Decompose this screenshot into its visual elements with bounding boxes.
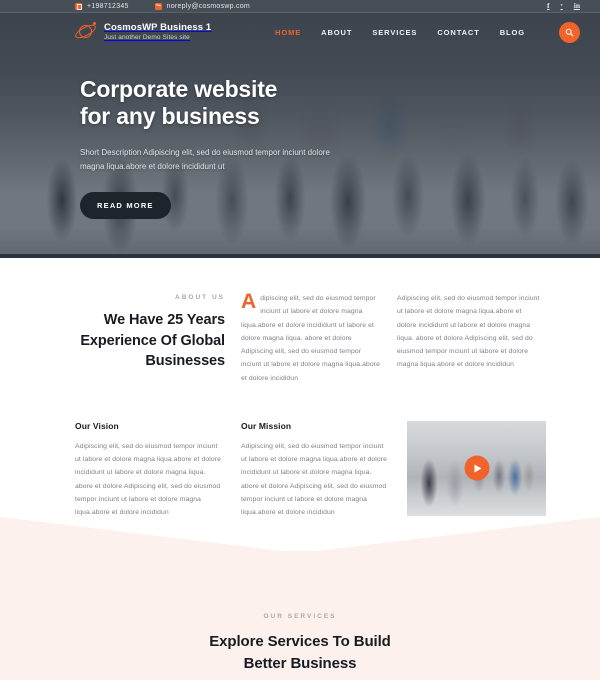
play-icon [474, 464, 481, 473]
brand-title: CosmosWP Business 1 [104, 21, 212, 33]
about-heading: We Have 25 Years Experience Of Global Bu… [80, 312, 225, 370]
topbar-email-text: noreply@cosmoswp.com [166, 2, 250, 10]
hero-title-line-2: for any business [80, 103, 260, 130]
hero-read-more-button[interactable]: READ MORE [80, 192, 171, 220]
services-section: OUR SERVICES Explore Services To Build B… [0, 517, 600, 680]
nav-item-blog[interactable]: BLOG [500, 28, 525, 37]
hero-content: Corporate website for any business Short… [80, 76, 410, 220]
facebook-icon[interactable]: f [547, 2, 550, 10]
vision-text: Adipiscing elit, sed do eiusmod tempor i… [75, 442, 222, 516]
vision-mission-grid: Our Vision Adipiscing elit, sed do eiusm… [75, 420, 546, 520]
about-paragraph-two: Adipiscing elit, sed do eiusmod tempor i… [397, 295, 540, 369]
brand-tagline: Just another Demo Sites site [104, 34, 190, 42]
services-heading-line-1: Explore Services To Build [209, 633, 391, 651]
topbar-phone-text: +198712345 [87, 2, 129, 10]
topbar-email[interactable]: noreply@cosmoswp.com [154, 2, 250, 10]
about-eyebrow: ABOUT US [175, 294, 225, 301]
about-section: ABOUT US We Have 25 Years Experience Of … [0, 258, 600, 552]
main-navbar: CosmosWP Business 1 Just another Demo Si… [0, 13, 600, 51]
mail-icon [154, 2, 162, 10]
phone-icon [75, 2, 82, 11]
mission-text: Adipiscing elit, sed do eiusmod tempor i… [241, 442, 388, 516]
video-play-button[interactable] [464, 455, 489, 481]
search-button[interactable] [559, 21, 580, 43]
services-heading-line-2: Better Business [243, 654, 357, 672]
search-icon [565, 28, 574, 36]
services-eyebrow: OUR SERVICES [263, 613, 337, 621]
mission-block: Our Mission Adipiscing elit, sed do eius… [241, 421, 391, 520]
top-utility-bar: +198712345 noreply@cosmoswp.com f ᵛ in [0, 0, 600, 13]
about-paragraph-one: dipiscing elit, sed do eiusmod tempor in… [241, 295, 381, 382]
nav-item-home[interactable]: HOME [275, 28, 301, 37]
about-text-column-one: Adipiscing elit, sed do eiusmod tempor i… [241, 290, 381, 385]
mission-title: Our Mission [241, 420, 292, 431]
nav-item-about[interactable]: ABOUT [321, 28, 352, 37]
services-header: OUR SERVICES Explore Services To Build B… [0, 613, 600, 674]
hero-title-line-1: Corporate website [80, 76, 278, 102]
hero-section: +198712345 noreply@cosmoswp.com f ᵛ in C… [0, 0, 600, 258]
about-video-thumbnail[interactable] [407, 420, 546, 516]
about-text-column-two: Adipiscing elit, sed do eiusmod tempor i… [397, 292, 541, 372]
vision-title: Our Vision [75, 420, 119, 431]
nav-item-services[interactable]: SERVICES [372, 28, 417, 37]
page-root: +198712345 noreply@cosmoswp.com f ᵛ in C… [0, 0, 600, 680]
hero-description: Short Description Adipiscing elit, sed d… [80, 148, 330, 172]
topbar-phone[interactable]: +198712345 [75, 2, 129, 11]
nav-item-contact[interactable]: CONTACT [437, 28, 479, 37]
services-heading: Explore Services To Build Better Busines… [0, 631, 600, 674]
topbar-contact-group: +198712345 noreply@cosmoswp.com [75, 2, 250, 11]
about-heading-column: ABOUT US We Have 25 Years Experience Of … [75, 292, 225, 372]
twitter-icon[interactable]: ᵛ [560, 2, 562, 10]
site-brand[interactable]: CosmosWP Business 1 Just another Demo Si… [73, 21, 212, 43]
linkedin-icon[interactable]: in [574, 2, 580, 10]
primary-menu: HOME ABOUT SERVICES CONTACT BLOG [275, 21, 580, 43]
section-chevron-divider [0, 517, 600, 554]
topbar-social-group: f ᵛ in [547, 2, 580, 10]
about-grid: ABOUT US We Have 25 Years Experience Of … [75, 290, 539, 385]
planet-logo-icon [73, 21, 98, 43]
about-dropcap: A [241, 290, 257, 313]
hero-title: Corporate website for any business [80, 76, 410, 130]
vision-block: Our Vision Adipiscing elit, sed do eiusm… [75, 421, 225, 520]
